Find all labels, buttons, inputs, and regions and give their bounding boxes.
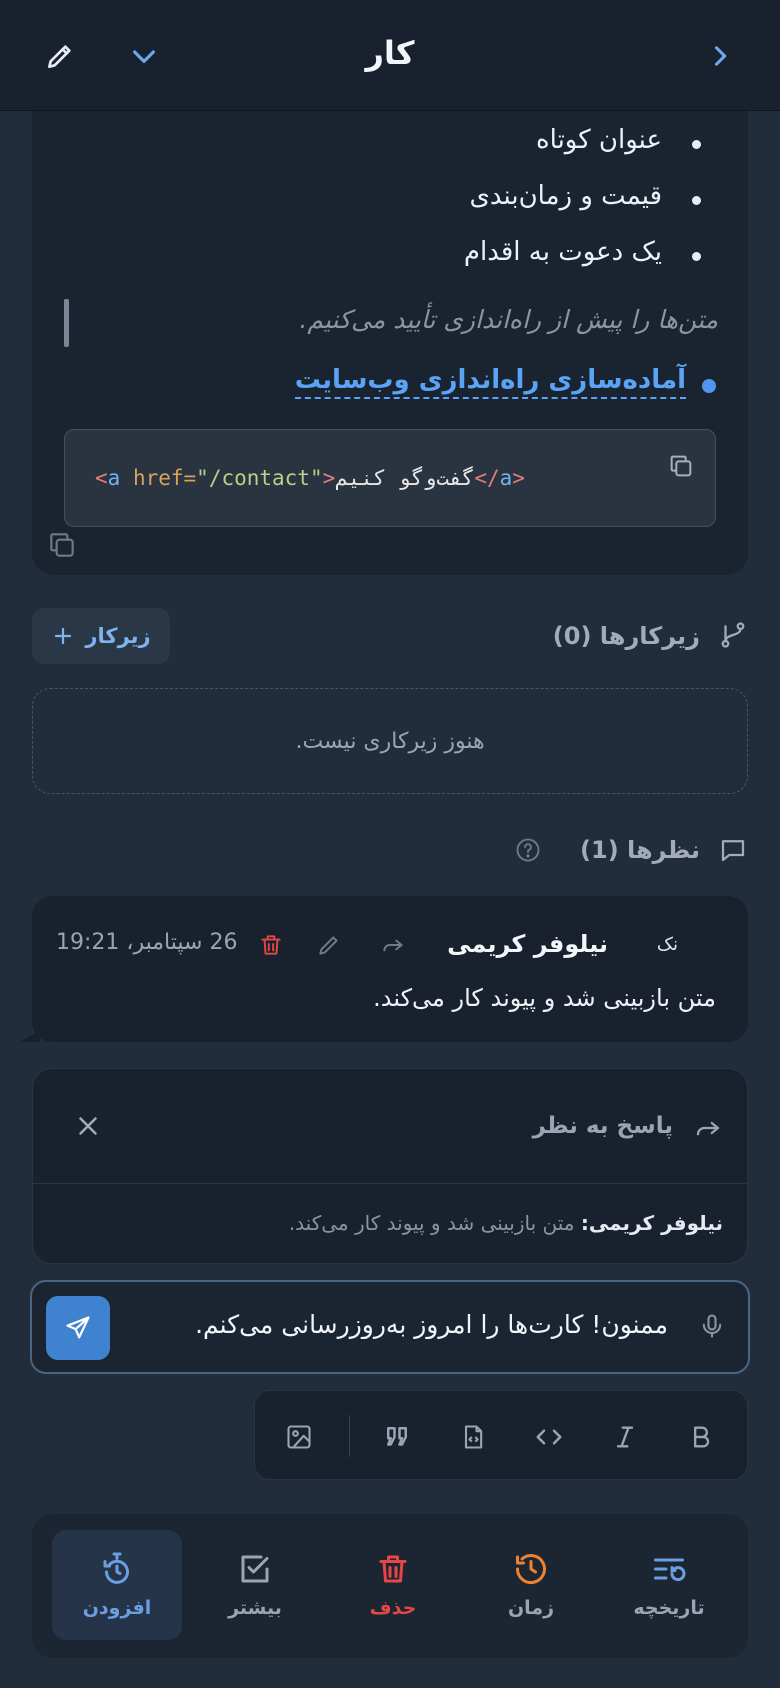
trash-icon xyxy=(379,1555,407,1583)
bullet-item: یک دعوت به اقدام xyxy=(463,237,662,267)
tab-history[interactable]: تاریخچه xyxy=(604,1530,734,1640)
bullet-dot xyxy=(692,252,701,261)
bullet-dot xyxy=(692,196,701,205)
tab-more[interactable]: بیشتر xyxy=(190,1530,320,1640)
help-circle-icon xyxy=(516,838,540,862)
insert-image-button[interactable] xyxy=(279,1417,319,1457)
reply-quote-separator: : xyxy=(580,1211,589,1235)
reply-arrow-icon xyxy=(383,939,403,952)
reply-arrow-icon xyxy=(693,1113,723,1143)
history-list-icon xyxy=(654,1558,686,1582)
tab-time[interactable]: زمان xyxy=(466,1530,596,1640)
copy-icon xyxy=(670,455,692,477)
comment-icon xyxy=(718,835,748,865)
send-icon xyxy=(66,1316,90,1339)
inline-code-button[interactable] xyxy=(529,1417,569,1457)
reply-comment-button[interactable] xyxy=(376,928,410,962)
link-bullet xyxy=(702,379,716,393)
tab-delete[interactable]: حذف xyxy=(328,1530,458,1640)
branch-icon xyxy=(718,620,748,650)
tab-add[interactable]: افزودن xyxy=(52,1530,182,1640)
bottom-action-bar: تاریخچه زمان حذف بیشتر افزودن xyxy=(32,1514,748,1658)
reply-quote-author: نیلوفر کریمی xyxy=(588,1211,723,1235)
tab-label: حذف xyxy=(369,1597,417,1619)
bullet-dot xyxy=(692,140,701,149)
tab-label: بیشتر xyxy=(228,1597,282,1619)
edit-button[interactable] xyxy=(40,36,80,76)
tab-label: تاریخچه xyxy=(633,1597,705,1619)
add-subtask-button[interactable]: زیرکار xyxy=(32,608,170,664)
code-line: <a href="/contact">گفت‌وگو کنیم</a> xyxy=(95,466,525,490)
avatar: نک xyxy=(656,934,678,955)
copy-icon xyxy=(50,533,74,557)
comment-composer xyxy=(30,1280,750,1374)
pencil-icon xyxy=(48,45,71,68)
add-subtask-label: زیرکار xyxy=(85,624,151,648)
blockquote-text: متن‌ها را پیش از راه‌اندازی تأیید می‌کنی… xyxy=(299,305,718,334)
bullet-item: عنوان کوتاه xyxy=(536,125,662,155)
copy-description-button[interactable] xyxy=(46,529,78,561)
code-block: <a href="/contact">گفت‌وگو کنیم</a> xyxy=(64,429,716,527)
comment-item: نک نیلوفر کریمی 26 سپتامبر، 19:21 متن با… xyxy=(32,896,748,1042)
code-block-button[interactable] xyxy=(453,1417,493,1457)
divider xyxy=(33,1183,747,1184)
edit-comment-button[interactable] xyxy=(312,928,346,962)
reply-label: پاسخ به نظر xyxy=(532,1113,673,1139)
tab-label: افزودن xyxy=(82,1597,152,1619)
italic-button[interactable] xyxy=(605,1417,645,1457)
bold-icon xyxy=(694,1426,710,1448)
format-toolbar xyxy=(254,1390,748,1480)
trash-icon xyxy=(261,935,281,955)
plus-icon xyxy=(55,627,72,645)
comment-input[interactable] xyxy=(148,1310,668,1339)
voice-input-button[interactable] xyxy=(698,1310,726,1342)
comment-body: متن بازبینی شد و پیوند کار می‌کند. xyxy=(373,984,716,1012)
microphone-icon xyxy=(702,1314,722,1338)
description-card: عنوان کوتاه قیمت و زمان‌بندی یک دعوت به … xyxy=(32,111,748,575)
bullet-item: قیمت و زمان‌بندی xyxy=(469,181,663,211)
italic-icon xyxy=(616,1426,634,1448)
bold-button[interactable] xyxy=(681,1417,721,1457)
image-icon xyxy=(287,1425,311,1449)
subtasks-title: زیرکارها (0) xyxy=(552,622,700,650)
checkbox-icon xyxy=(241,1555,269,1583)
chevron-down-icon xyxy=(133,50,155,63)
quote-icon xyxy=(387,1427,407,1446)
send-button[interactable] xyxy=(46,1296,110,1360)
copy-code-button[interactable] xyxy=(667,452,695,480)
app-header: کار xyxy=(0,0,780,111)
reply-preview: پاسخ به نظر نیلوفر کریمی: متن بازبینی شد… xyxy=(32,1068,748,1264)
clock-history-icon xyxy=(516,1554,546,1585)
quote-button[interactable] xyxy=(377,1417,417,1457)
code-icon xyxy=(536,1429,562,1445)
file-code-icon xyxy=(464,1425,483,1449)
timer-add-icon xyxy=(103,1552,129,1584)
comment-author: نیلوفر کریمی xyxy=(447,930,608,958)
comment-timestamp: 26 سپتامبر، 19:21 xyxy=(56,930,238,955)
reply-quote: نیلوفر کریمی: متن بازبینی شد و پیوند کار… xyxy=(289,1211,723,1235)
related-task-link[interactable]: آماده‌سازی راه‌اندازی وب‌سایت xyxy=(294,365,686,399)
subtasks-empty-state: هنوز زیرکاری نیست. xyxy=(32,688,748,794)
delete-comment-button[interactable] xyxy=(254,928,288,962)
toolbar-separator xyxy=(349,1415,350,1457)
page-title: کار xyxy=(365,34,415,72)
close-icon xyxy=(79,1117,97,1135)
collapse-button[interactable] xyxy=(124,36,164,76)
cancel-reply-button[interactable] xyxy=(73,1111,103,1141)
empty-message: هنوز زیرکاری نیست. xyxy=(295,728,485,754)
reply-quote-text: متن بازبینی شد و پیوند کار می‌کند. xyxy=(288,1211,575,1235)
tab-label: زمان xyxy=(507,1597,555,1619)
comments-title: نظرها (1) xyxy=(580,836,700,864)
blockquote-bar xyxy=(64,299,69,347)
pencil-icon xyxy=(319,936,338,955)
help-button[interactable] xyxy=(514,836,542,864)
